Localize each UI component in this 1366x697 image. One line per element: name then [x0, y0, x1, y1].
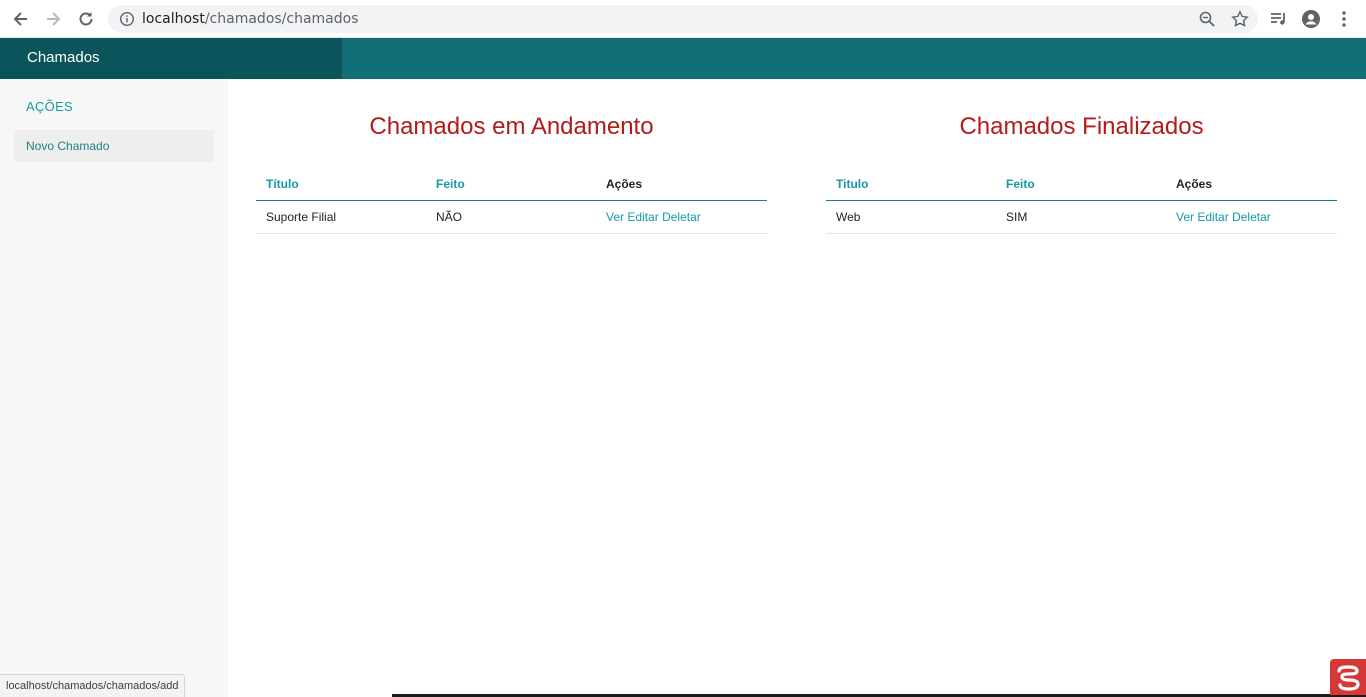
- ver-link[interactable]: Ver: [606, 210, 624, 224]
- table-row: Suporte Filial NÃO Ver Editar Deletar: [256, 200, 767, 234]
- panel-title: Chamados em Andamento: [369, 113, 654, 140]
- url-text: localhost/chamados/chamados: [142, 11, 359, 27]
- table-row: Web SIM Ver Editar Deletar: [826, 200, 1337, 234]
- cell-feito: SIM: [996, 200, 1166, 234]
- column-header-feito[interactable]: Feito: [996, 167, 1166, 201]
- app-title[interactable]: Chamados: [27, 49, 100, 66]
- sidebar-item-novo-chamado[interactable]: Novo Chamado: [14, 130, 214, 162]
- address-bar[interactable]: localhost/chamados/chamados: [108, 5, 1258, 33]
- sidebar-heading: AÇÕES: [26, 99, 74, 114]
- deletar-link[interactable]: Deletar: [1232, 210, 1271, 224]
- arrow-right-icon: [47, 12, 61, 26]
- column-header-acoes: Ações: [1166, 167, 1337, 201]
- column-header-titulo[interactable]: Titulo: [826, 167, 996, 201]
- zoom-icon[interactable]: [1198, 10, 1216, 28]
- table-header-row: Título Feito Ações: [256, 167, 767, 201]
- url-path: /chamados/chamados: [204, 11, 359, 27]
- cell-titulo: Suporte Filial: [256, 200, 426, 234]
- kebab-menu-icon[interactable]: [1335, 10, 1353, 28]
- arrow-left-icon: [13, 12, 27, 26]
- table-header-row: Titulo Feito Ações: [826, 167, 1337, 201]
- column-header-titulo[interactable]: Título: [256, 167, 426, 201]
- cell-feito: NÃO: [426, 200, 596, 234]
- editar-link[interactable]: Editar: [1197, 210, 1228, 224]
- browser-toolbar: localhost/chamados/chamados: [0, 0, 1366, 38]
- status-url: localhost/chamados/chamados/add: [0, 674, 186, 697]
- debug-kit-icon[interactable]: [1330, 659, 1366, 695]
- info-icon[interactable]: [119, 11, 135, 27]
- deletar-link[interactable]: Deletar: [662, 210, 701, 224]
- app-header: Chamados: [0, 38, 1366, 79]
- media-queue-icon[interactable]: [1270, 10, 1288, 28]
- reload-icon: [79, 12, 93, 26]
- finished-table: Titulo Feito Ações Web SIM Ver Editar De…: [826, 167, 1337, 234]
- editar-link[interactable]: Editar: [627, 210, 658, 224]
- url-host: localhost: [142, 11, 205, 27]
- panel-title: Chamados Finalizados: [959, 113, 1204, 140]
- forward-button[interactable]: [43, 9, 63, 29]
- back-button[interactable]: [11, 9, 31, 29]
- account-icon[interactable]: [1302, 10, 1320, 28]
- in-progress-table: Título Feito Ações Suporte Filial NÃO Ve…: [256, 167, 767, 234]
- ver-link[interactable]: Ver: [1176, 210, 1194, 224]
- cell-actions: Ver Editar Deletar: [1166, 200, 1337, 234]
- brand-block: Chamados: [0, 38, 342, 79]
- cell-actions: Ver Editar Deletar: [596, 200, 767, 234]
- column-header-feito[interactable]: Feito: [426, 167, 596, 201]
- star-icon[interactable]: [1231, 10, 1249, 28]
- sidebar: AÇÕES Novo Chamado: [0, 79, 228, 697]
- sidebar-item-label[interactable]: Novo Chamado: [26, 139, 109, 153]
- column-header-acoes: Ações: [596, 167, 767, 201]
- reload-button[interactable]: [76, 9, 96, 29]
- cell-titulo: Web: [826, 200, 996, 234]
